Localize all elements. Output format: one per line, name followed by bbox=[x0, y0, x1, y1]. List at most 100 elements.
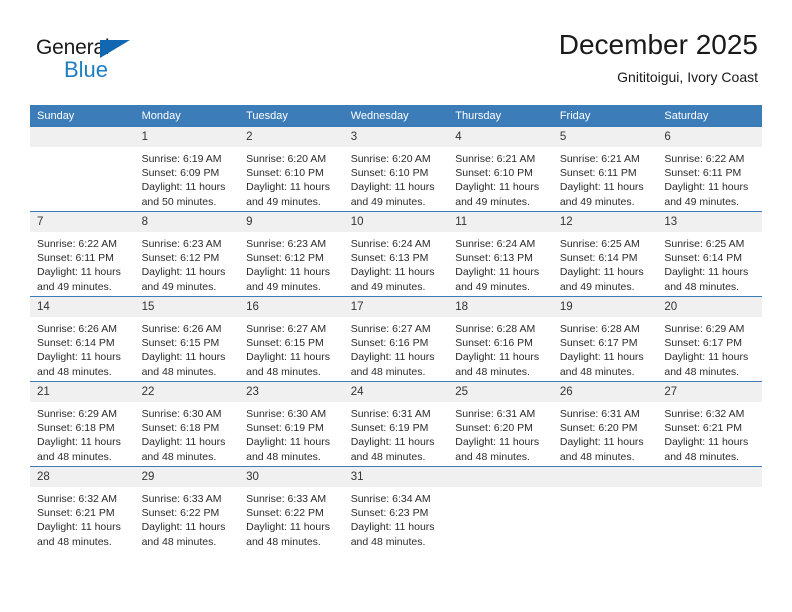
calendar-day-cell[interactable]: 22 Sunrise: 6:30 AM Sunset: 6:18 PM Dayligh… bbox=[134, 381, 240, 467]
day-daylight-text: Daylight: 11 hours bbox=[455, 351, 540, 364]
calendar-day-cell[interactable]: 14 Sunrise: 6:26 AM Sunset: 6:14 PM Dayligh… bbox=[30, 296, 135, 382]
day-sunrise-text: Sunrise: 6:33 AM bbox=[246, 493, 327, 505]
day-sun-info: Sunrise: 6:29 AM Sunset: 6:17 PM Daylight:… bbox=[657, 317, 762, 379]
day-sun-info: Sunrise: 6:30 AM Sunset: 6:18 PM Daylight:… bbox=[135, 402, 240, 464]
day-daylight-text: Daylight: 11 hours bbox=[246, 181, 330, 194]
calendar-day-cell[interactable]: 30 Sunrise: 6:33 AM Sunset: 6:22 PM Dayligh… bbox=[239, 466, 344, 551]
day-sunrise-text: Sunrise: 6:27 AM bbox=[350, 323, 431, 335]
day-sunrise-text: Sunrise: 6:28 AM bbox=[559, 323, 640, 335]
day-sun-info: Sunrise: 6:21 AM Sunset: 6:11 PM Daylight:… bbox=[553, 147, 658, 209]
calendar-day-cell[interactable]: 18 Sunrise: 6:28 AM Sunset: 6:16 PM Dayligh… bbox=[448, 296, 553, 382]
day-sunset-text: Sunset: 6:14 PM bbox=[37, 337, 115, 350]
calendar-day-cell[interactable]: 7 Sunrise: 6:22 AM Sunset: 6:11 PM Daylight… bbox=[30, 211, 135, 297]
day-number bbox=[552, 467, 658, 487]
calendar-day-cell[interactable]: 28 Sunrise: 6:32 AM Sunset: 6:21 PM Dayligh… bbox=[30, 466, 135, 551]
day-daylight-text: Daylight: 11 hours bbox=[350, 181, 435, 194]
day-daylight-text: and 49 minutes. bbox=[455, 195, 530, 208]
calendar-day-cell[interactable]: 26 Sunrise: 6:31 AM Sunset: 6:20 PM Dayligh… bbox=[552, 381, 658, 467]
calendar-day-cell[interactable]: 2 Sunrise: 6:20 AM Sunset: 6:10 PM Daylight… bbox=[239, 127, 344, 212]
day-sun-info: Sunrise: 6:33 AM Sunset: 6:22 PM Daylight:… bbox=[239, 487, 344, 549]
day-sunrise-text: Sunrise: 6:28 AM bbox=[455, 323, 536, 335]
day-sunrise-text: Sunrise: 6:26 AM bbox=[141, 323, 222, 335]
day-sunset-text: Sunset: 6:22 PM bbox=[246, 507, 324, 520]
day-sun-info: Sunrise: 6:31 AM Sunset: 6:20 PM Daylight:… bbox=[448, 402, 553, 464]
day-sunrise-text: Sunrise: 6:22 AM bbox=[664, 153, 745, 165]
day-daylight-text: Daylight: 11 hours bbox=[37, 351, 121, 364]
day-sunrise-text: Sunrise: 6:31 AM bbox=[559, 408, 640, 420]
calendar-day-cell[interactable]: 13 Sunrise: 6:25 AM Sunset: 6:14 PM Dayligh… bbox=[657, 211, 762, 297]
calendar-day-cell[interactable]: 29 Sunrise: 6:33 AM Sunset: 6:22 PM Dayligh… bbox=[134, 466, 240, 551]
blue-triangle-icon bbox=[100, 40, 130, 58]
day-daylight-text: Daylight: 11 hours bbox=[559, 181, 644, 194]
day-sunset-text: Sunset: 6:10 PM bbox=[455, 167, 533, 180]
day-sunrise-text: Sunrise: 6:30 AM bbox=[141, 408, 222, 420]
calendar-day-cell[interactable]: 4 Sunrise: 6:21 AM Sunset: 6:10 PM Daylight… bbox=[448, 127, 553, 212]
weekday-header-wednesday: Wednesday bbox=[343, 105, 449, 127]
day-number: 2 bbox=[239, 127, 344, 147]
day-daylight-text: Daylight: 11 hours bbox=[141, 266, 226, 279]
calendar-cell-empty bbox=[552, 466, 658, 551]
calendar-day-cell[interactable]: 27 Sunrise: 6:32 AM Sunset: 6:21 PM Dayligh… bbox=[657, 381, 762, 467]
day-daylight-text: and 49 minutes. bbox=[246, 195, 321, 208]
day-sunrise-text: Sunrise: 6:21 AM bbox=[559, 153, 640, 165]
calendar-day-cell[interactable]: 25 Sunrise: 6:31 AM Sunset: 6:20 PM Dayligh… bbox=[448, 381, 553, 467]
day-sun-info: Sunrise: 6:23 AM Sunset: 6:12 PM Daylight:… bbox=[239, 232, 344, 294]
day-sunset-text: Sunset: 6:14 PM bbox=[559, 252, 638, 265]
calendar-day-cell[interactable]: 23 Sunrise: 6:30 AM Sunset: 6:19 PM Dayligh… bbox=[239, 381, 344, 467]
day-sun-info: Sunrise: 6:26 AM Sunset: 6:14 PM Daylight:… bbox=[30, 317, 135, 379]
calendar-day-cell[interactable]: 15 Sunrise: 6:26 AM Sunset: 6:15 PM Dayligh… bbox=[134, 296, 240, 382]
day-daylight-text: Daylight: 11 hours bbox=[455, 266, 540, 279]
day-sun-info: Sunrise: 6:33 AM Sunset: 6:22 PM Daylight:… bbox=[135, 487, 240, 549]
day-number: 9 bbox=[239, 212, 344, 232]
day-number: 5 bbox=[552, 127, 658, 147]
calendar-day-cell[interactable]: 17 Sunrise: 6:27 AM Sunset: 6:16 PM Dayligh… bbox=[343, 296, 449, 382]
day-number: 26 bbox=[552, 382, 658, 402]
day-sun-info: Sunrise: 6:30 AM Sunset: 6:19 PM Daylight:… bbox=[239, 402, 344, 464]
day-number: 27 bbox=[657, 382, 762, 402]
day-sun-info: Sunrise: 6:32 AM Sunset: 6:21 PM Daylight:… bbox=[30, 487, 135, 549]
calendar-weekday-header: Sunday Monday Tuesday Wednesday Thursday Frid… bbox=[30, 105, 762, 127]
calendar-week-row: 14 Sunrise: 6:26 AM Sunset: 6:14 PM Dayligh… bbox=[30, 296, 762, 382]
calendar-day-cell[interactable]: 9 Sunrise: 6:23 AM Sunset: 6:12 PM Daylight… bbox=[239, 211, 344, 297]
day-sunrise-text: Sunrise: 6:29 AM bbox=[664, 323, 745, 335]
day-daylight-text: Daylight: 11 hours bbox=[455, 181, 540, 194]
day-sunrise-text: Sunrise: 6:25 AM bbox=[664, 238, 745, 250]
title-block: December 2025 Gnititoigui, Ivory Coast bbox=[559, 28, 758, 87]
day-daylight-text: and 48 minutes. bbox=[246, 365, 321, 378]
calendar-day-cell[interactable]: 19 Sunrise: 6:28 AM Sunset: 6:17 PM Dayligh… bbox=[552, 296, 658, 382]
calendar-day-cell[interactable]: 5 Sunrise: 6:21 AM Sunset: 6:11 PM Daylight… bbox=[552, 127, 658, 212]
calendar-day-cell[interactable]: 31 Sunrise: 6:34 AM Sunset: 6:23 PM Dayligh… bbox=[343, 466, 449, 551]
calendar-day-cell[interactable]: 12 Sunrise: 6:25 AM Sunset: 6:14 PM Dayligh… bbox=[552, 211, 658, 297]
day-sunset-text: Sunset: 6:16 PM bbox=[455, 337, 533, 350]
day-number bbox=[30, 127, 135, 147]
calendar-day-cell[interactable]: 16 Sunrise: 6:27 AM Sunset: 6:15 PM Dayligh… bbox=[239, 296, 344, 382]
day-sunset-text: Sunset: 6:12 PM bbox=[246, 252, 324, 265]
day-sun-info: Sunrise: 6:25 AM Sunset: 6:14 PM Daylight:… bbox=[657, 232, 762, 294]
calendar-day-cell[interactable]: 1 Sunrise: 6:19 AM Sunset: 6:09 PM Daylight… bbox=[134, 127, 240, 212]
day-sunrise-text: Sunrise: 6:31 AM bbox=[350, 408, 431, 420]
day-daylight-text: Daylight: 11 hours bbox=[664, 351, 749, 364]
day-number: 11 bbox=[448, 212, 553, 232]
day-number: 17 bbox=[343, 297, 449, 317]
calendar-day-cell[interactable]: 21 Sunrise: 6:29 AM Sunset: 6:18 PM Dayligh… bbox=[30, 381, 135, 467]
weekday-header-saturday: Saturday bbox=[657, 105, 762, 127]
day-daylight-text: Daylight: 11 hours bbox=[246, 436, 330, 449]
day-daylight-text: Daylight: 11 hours bbox=[350, 351, 435, 364]
calendar-day-cell[interactable]: 24 Sunrise: 6:31 AM Sunset: 6:19 PM Dayligh… bbox=[343, 381, 449, 467]
day-sun-info: Sunrise: 6:27 AM Sunset: 6:16 PM Daylight:… bbox=[344, 317, 449, 379]
weekday-header-tuesday: Tuesday bbox=[239, 105, 344, 127]
calendar-day-cell[interactable]: 8 Sunrise: 6:23 AM Sunset: 6:12 PM Daylight… bbox=[134, 211, 240, 297]
calendar-day-cell[interactable]: 10 Sunrise: 6:24 AM Sunset: 6:13 PM Dayligh… bbox=[343, 211, 449, 297]
calendar-cell-empty bbox=[657, 466, 762, 551]
calendar-day-cell[interactable]: 3 Sunrise: 6:20 AM Sunset: 6:10 PM Daylight… bbox=[343, 127, 449, 212]
calendar-day-cell[interactable]: 11 Sunrise: 6:24 AM Sunset: 6:13 PM Dayligh… bbox=[448, 211, 553, 297]
day-sunset-text: Sunset: 6:17 PM bbox=[664, 337, 743, 350]
day-daylight-text: Daylight: 11 hours bbox=[350, 521, 435, 534]
calendar-day-cell[interactable]: 20 Sunrise: 6:29 AM Sunset: 6:17 PM Dayligh… bbox=[657, 296, 762, 382]
general-blue-logo[interactable]: General Blue bbox=[36, 36, 156, 84]
day-sunset-text: Sunset: 6:23 PM bbox=[350, 507, 429, 520]
day-sunrise-text: Sunrise: 6:30 AM bbox=[246, 408, 327, 420]
day-sun-info: Sunrise: 6:24 AM Sunset: 6:13 PM Daylight:… bbox=[344, 232, 449, 294]
calendar-day-cell[interactable]: 6 Sunrise: 6:22 AM Sunset: 6:11 PM Daylight… bbox=[657, 127, 762, 212]
day-sunset-text: Sunset: 6:18 PM bbox=[37, 422, 115, 435]
